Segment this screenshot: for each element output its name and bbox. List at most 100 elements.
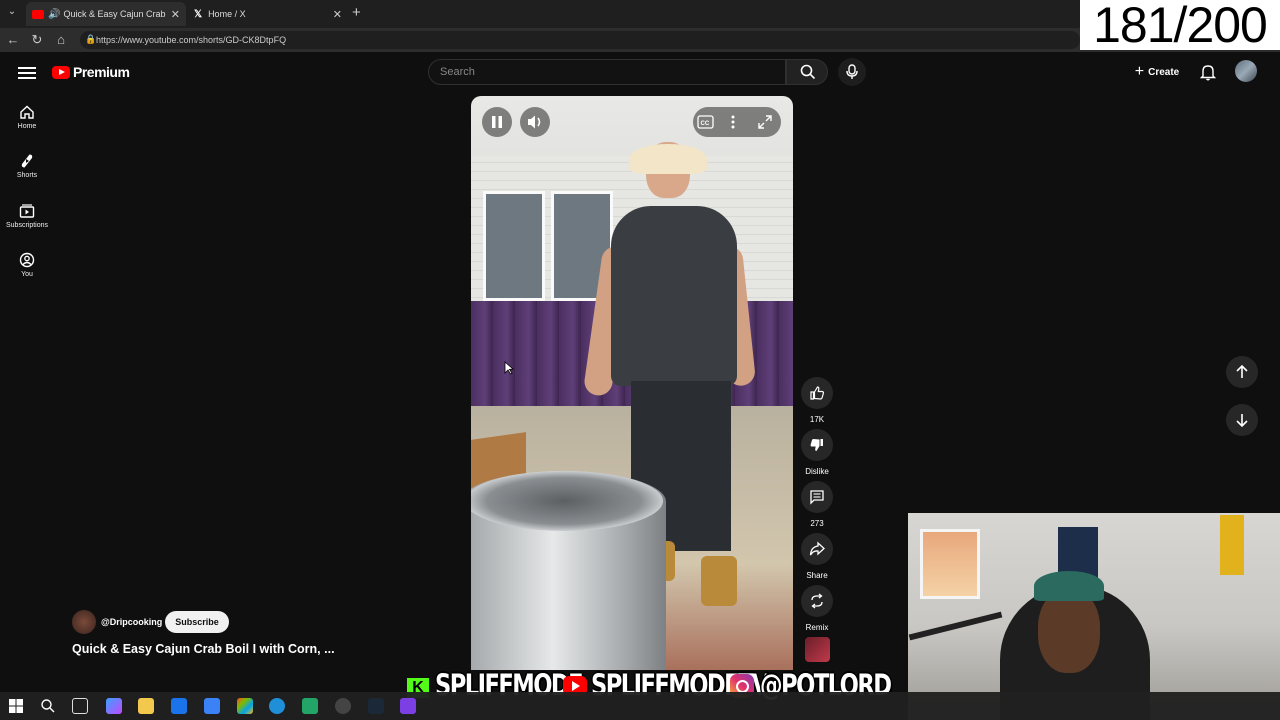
steam-icon[interactable] (368, 698, 384, 714)
remix-button[interactable]: Remix (801, 585, 833, 632)
close-tab-icon[interactable]: ✕ (171, 8, 180, 21)
share-icon (809, 541, 825, 556)
logo-text: Premium (73, 64, 130, 80)
webcam-banner (1220, 515, 1244, 575)
menu-icon[interactable] (18, 64, 36, 80)
youtube-play-icon (52, 65, 70, 79)
search-input[interactable]: Search (428, 59, 786, 85)
speaker-icon: 🔊 (48, 8, 61, 20)
url-field[interactable]: 🔒 https://www.youtube.com/shorts/GD-CK8D… (80, 31, 1080, 49)
webcam-mic-arm (908, 611, 1003, 641)
edge-icon[interactable] (269, 698, 285, 714)
url-text: https://www.youtube.com/shorts/GD-CK8Dtp… (96, 35, 287, 45)
next-short-button[interactable] (1226, 404, 1258, 436)
video-frame-person (629, 144, 707, 174)
you-icon (19, 252, 35, 268)
app-icon[interactable] (400, 698, 416, 714)
shorts-icon (21, 154, 33, 168)
sidebar-item-label: Shorts (16, 172, 38, 179)
voice-search-button[interactable] (838, 58, 866, 86)
tab-title: Quick & Easy Cajun Crab Boil (63, 9, 167, 19)
sidebar-item-you[interactable]: You (0, 252, 54, 278)
like-button[interactable]: 17K (801, 377, 833, 424)
app-icon[interactable] (302, 698, 318, 714)
svg-text:CC: CC (701, 121, 710, 127)
video-frame-pot (471, 471, 663, 531)
tab-youtube[interactable]: 🔊 Quick & Easy Cajun Crab Boil ✕ (26, 2, 186, 26)
mic-icon (846, 64, 858, 79)
home-icon (20, 105, 34, 119)
more-options-icon[interactable] (730, 114, 736, 130)
fullscreen-icon[interactable] (757, 114, 773, 130)
windows-taskbar (0, 692, 1280, 720)
share-button[interactable]: Share (801, 533, 833, 580)
remix-icon (811, 593, 823, 609)
create-button[interactable]: + Create (1126, 59, 1188, 85)
remix-label: Remix (805, 623, 829, 632)
comment-count: 273 (810, 519, 824, 528)
video-frame-window (483, 191, 545, 301)
comments-button[interactable]: 273 (801, 481, 833, 528)
thumbs-up-icon (810, 386, 825, 400)
reload-icon[interactable]: ↻ (29, 32, 45, 48)
dislike-label: Dislike (805, 467, 829, 476)
volume-button[interactable] (520, 107, 550, 137)
arrow-up-icon (1236, 364, 1248, 378)
progress-counter: 181/200 (1080, 0, 1280, 50)
lock-icon: 🔒 (85, 34, 97, 44)
sidebar-item-label: Home (17, 123, 37, 130)
sidebar-item-label: You (21, 271, 33, 278)
mail-icon[interactable] (171, 698, 187, 714)
channel-handle[interactable]: @Dripcooking (101, 617, 162, 627)
file-explorer-icon[interactable] (138, 698, 154, 714)
share-label: Share (806, 571, 828, 580)
back-icon[interactable]: ← (5, 32, 21, 47)
notifications-bell-icon[interactable] (1199, 63, 1217, 81)
home-icon[interactable]: ⌂ (53, 32, 69, 47)
channel-avatar[interactable] (72, 610, 96, 634)
create-label: Create (1148, 66, 1180, 78)
webcam-streamer (1038, 589, 1100, 673)
sound-thumbnail[interactable] (805, 637, 830, 662)
close-tab-icon[interactable]: ✕ (333, 8, 342, 21)
search-icon (800, 64, 816, 80)
tab-title: Home / X (208, 9, 246, 19)
streamer-webcam (908, 513, 1280, 720)
windows-start-icon[interactable] (8, 698, 24, 714)
office-icon[interactable] (237, 698, 253, 714)
sidebar-item-subscriptions[interactable]: Subscriptions (0, 203, 54, 229)
plus-icon: + (1134, 63, 1145, 80)
webcam-streamer (1034, 571, 1104, 601)
pause-button[interactable] (482, 107, 512, 137)
tab-list-chevron-icon[interactable]: ⌄ (4, 6, 20, 22)
avatar[interactable] (1235, 60, 1257, 82)
comment-icon (810, 490, 824, 505)
search-button[interactable] (786, 59, 828, 85)
previous-short-button[interactable] (1226, 356, 1258, 388)
shorts-video-player[interactable]: CC (471, 96, 793, 670)
captions-icon[interactable]: CC (697, 115, 715, 129)
dislike-button[interactable]: Dislike (801, 429, 833, 476)
new-tab-icon[interactable]: + (352, 4, 361, 21)
tab-x[interactable]: 𝕏 Home / X ✕ (188, 2, 348, 26)
video-frame-person (611, 206, 737, 386)
webcam-wall-art (920, 529, 980, 599)
task-view-icon[interactable] (72, 698, 88, 714)
store-icon[interactable] (204, 698, 220, 714)
mouse-cursor-icon (504, 361, 514, 375)
youtube-logo[interactable]: Premium (52, 64, 130, 80)
youtube-icon (32, 9, 44, 19)
player-controls: CC (693, 107, 781, 137)
sidebar-item-shorts[interactable]: Shorts (0, 153, 54, 179)
pause-icon (492, 116, 502, 128)
app-icon[interactable] (335, 698, 351, 714)
subscribe-button[interactable]: Subscribe (165, 611, 229, 633)
video-title[interactable]: Quick & Easy Cajun Crab Boil I with Corn… (72, 642, 335, 656)
search-icon[interactable] (40, 698, 56, 714)
copilot-icon[interactable] (106, 698, 122, 714)
sidebar-item-label: Subscriptions (5, 222, 49, 229)
like-count: 17K (809, 415, 825, 424)
sidebar-item-home[interactable]: Home (0, 104, 54, 130)
x-logo-icon: 𝕏 (194, 8, 203, 20)
video-frame-person (701, 556, 737, 606)
